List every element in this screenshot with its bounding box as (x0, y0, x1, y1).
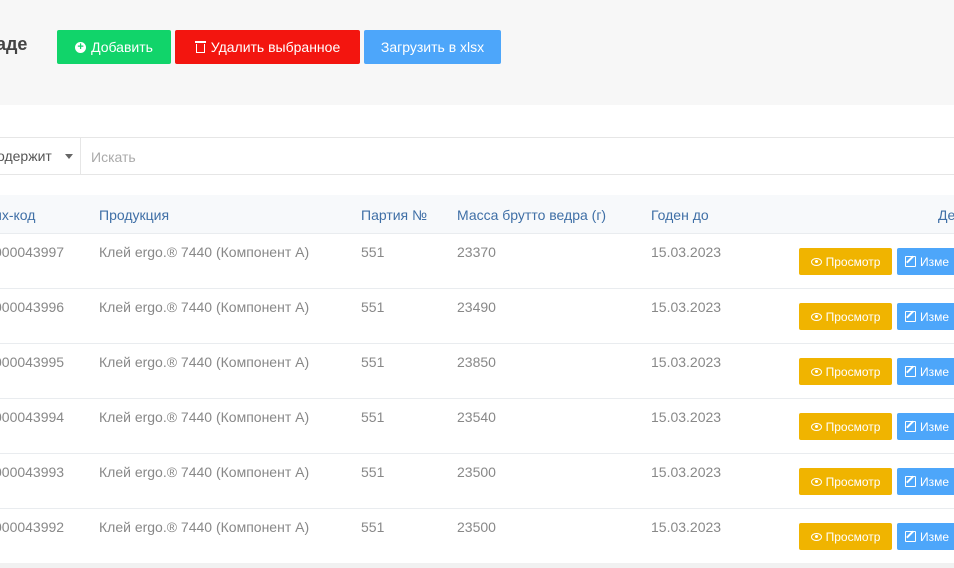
edit-icon (905, 421, 916, 432)
add-button[interactable]: + Добавить (57, 30, 171, 64)
cell-product: Клей ergo.® 7440 (Компонент А) (99, 464, 310, 480)
view-button[interactable]: Просмотр (799, 303, 892, 330)
table-row: 000043996 Клей ergo.® 7440 (Компонент А) 5… (0, 289, 954, 344)
edit-button-label: Изме (920, 364, 950, 379)
view-button-label: Просмотр (825, 254, 881, 269)
column-header-product[interactable]: Продукция (99, 207, 169, 223)
edit-button[interactable]: Изме (897, 468, 954, 495)
search-input[interactable] (82, 139, 953, 175)
delete-selected-button[interactable]: Удалить выбранное (175, 30, 360, 64)
edit-button[interactable]: Изме (897, 413, 954, 440)
view-button[interactable]: Просмотр (799, 468, 892, 495)
cell-code: 000043994 (0, 409, 65, 425)
top-toolbar: аде + Добавить Удалить выбранное Загрузи… (0, 0, 954, 105)
cell-expiry: 15.03.2023 (651, 409, 722, 425)
column-header-expiry[interactable]: Годен до (651, 207, 709, 223)
chevron-down-icon (65, 154, 73, 159)
table-row: 000043997 Клей ergo.® 7440 (Компонент А) 5… (0, 234, 954, 289)
column-header-batch[interactable]: Партия № (361, 207, 427, 223)
cell-batch: 551 (361, 354, 385, 370)
plus-circle-icon: + (75, 41, 87, 53)
search-bar: одержит (0, 137, 954, 175)
cell-expiry: 15.03.2023 (651, 519, 722, 535)
filter-mode-select[interactable]: одержит (0, 138, 81, 174)
delete-button-label: Удалить выбранное (210, 39, 341, 55)
table-header: их-код Продукция Партия № Масса брутто в… (0, 195, 954, 234)
edit-button-label: Изме (920, 419, 950, 434)
cell-batch: 551 (361, 464, 385, 480)
cell-mass: 23540 (457, 409, 496, 425)
trash-icon (194, 40, 206, 54)
cell-product: Клей ergo.® 7440 (Компонент А) (99, 244, 310, 260)
cell-product: Клей ergo.® 7440 (Компонент А) (99, 519, 310, 535)
view-button-label: Просмотр (825, 474, 881, 489)
edit-button-label: Изме (920, 254, 950, 269)
view-button-label: Просмотр (825, 364, 881, 379)
column-header-actions: Де (938, 207, 954, 223)
edit-icon (905, 531, 916, 542)
cell-mass: 23500 (457, 519, 496, 535)
edit-button-label: Изме (920, 529, 950, 544)
edit-icon (905, 311, 916, 322)
cell-mass: 23370 (457, 244, 496, 260)
table-row: 000043993 Клей ergo.® 7440 (Компонент А) 5… (0, 454, 954, 509)
table-row: 000043992 Клей ergo.® 7440 (Компонент А) 5… (0, 509, 954, 564)
view-button[interactable]: Просмотр (799, 248, 892, 275)
edit-icon (905, 256, 916, 267)
eye-icon (810, 312, 822, 321)
edit-button[interactable]: Изме (897, 358, 954, 385)
cell-mass: 23500 (457, 464, 496, 480)
cell-expiry: 15.03.2023 (651, 464, 722, 480)
cell-product: Клей ergo.® 7440 (Компонент А) (99, 299, 310, 315)
cell-batch: 551 (361, 244, 385, 260)
column-header-mass[interactable]: Масса брутто ведра (г) (457, 207, 606, 223)
cell-mass: 23850 (457, 354, 496, 370)
edit-icon (905, 366, 916, 377)
add-button-label: Добавить (91, 39, 153, 55)
filter-mode-value: одержит (0, 148, 52, 164)
page-title: аде (0, 34, 28, 54)
cell-product: Клей ergo.® 7440 (Компонент А) (99, 409, 310, 425)
view-button[interactable]: Просмотр (799, 358, 892, 385)
cell-batch: 551 (361, 409, 385, 425)
eye-icon (810, 477, 822, 486)
edit-button[interactable]: Изме (897, 303, 954, 330)
edit-icon (905, 476, 916, 487)
cell-code: 000043993 (0, 464, 65, 480)
table-row: 000043994 Клей ergo.® 7440 (Компонент А) 5… (0, 399, 954, 454)
cell-batch: 551 (361, 299, 385, 315)
view-button-label: Просмотр (825, 309, 881, 324)
cell-expiry: 15.03.2023 (651, 354, 722, 370)
edit-button-label: Изме (920, 309, 950, 324)
cell-code: 000043997 (0, 244, 65, 260)
view-button-label: Просмотр (825, 419, 881, 434)
table-footer-strip (0, 563, 954, 568)
edit-button[interactable]: Изме (897, 523, 954, 550)
cell-mass: 23490 (457, 299, 496, 315)
eye-icon (810, 532, 822, 541)
cell-code: 000043996 (0, 299, 65, 315)
view-button[interactable]: Просмотр (799, 413, 892, 440)
cell-code: 000043995 (0, 354, 65, 370)
cell-expiry: 15.03.2023 (651, 244, 722, 260)
eye-icon (810, 257, 822, 266)
cell-batch: 551 (361, 519, 385, 535)
export-button-label: Загрузить в xlsx (380, 39, 485, 55)
edit-button-label: Изме (920, 474, 950, 489)
eye-icon (810, 367, 822, 376)
view-button-label: Просмотр (825, 529, 881, 544)
eye-icon (810, 422, 822, 431)
cell-code: 000043992 (0, 519, 65, 535)
export-xlsx-button[interactable]: Загрузить в xlsx (364, 30, 501, 64)
view-button[interactable]: Просмотр (799, 523, 892, 550)
column-header-code[interactable]: их-код (0, 207, 35, 223)
cell-product: Клей ergo.® 7440 (Компонент А) (99, 354, 310, 370)
cell-expiry: 15.03.2023 (651, 299, 722, 315)
table-row: 000043995 Клей ergo.® 7440 (Компонент А) 5… (0, 344, 954, 399)
edit-button[interactable]: Изме (897, 248, 954, 275)
